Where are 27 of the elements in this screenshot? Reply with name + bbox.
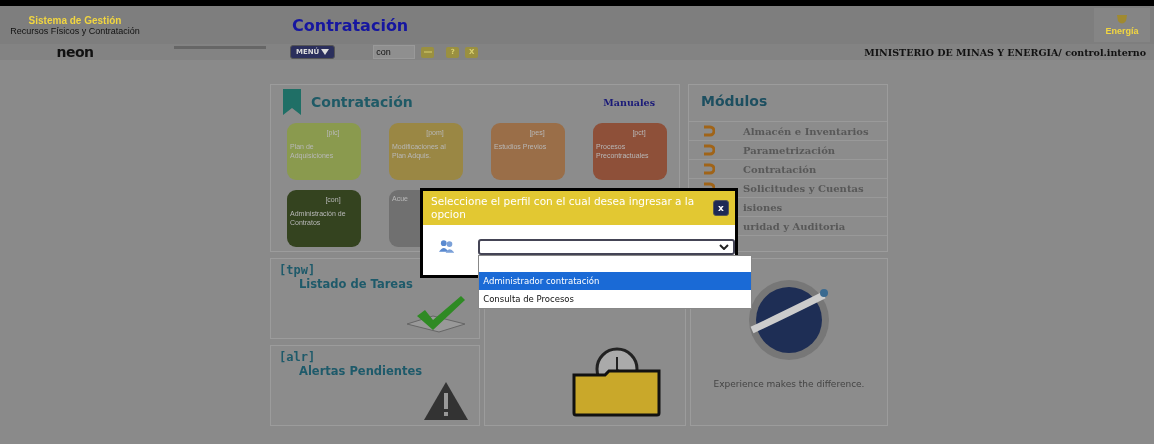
system-subtitle: Recursos Físicos y Contratación xyxy=(10,25,140,36)
profile-select[interactable] xyxy=(478,239,735,255)
panel-title[interactable]: Listado de Tareas xyxy=(299,277,471,291)
panel-title: Contratación xyxy=(311,94,413,110)
folder-clock-icon xyxy=(571,345,663,417)
brand-logo: Energía xyxy=(1094,8,1150,42)
users-icon xyxy=(439,239,455,253)
dialog-title: Seleccione el perfil con el cual desea ingresar a la opcion xyxy=(431,195,696,221)
warning-icon xyxy=(423,381,469,421)
page-title: Contratación xyxy=(292,15,409,35)
panel-code: [tpw] xyxy=(279,263,317,277)
panel-code: [alr] xyxy=(279,350,317,364)
caret-icon xyxy=(321,49,330,55)
panel-title[interactable]: Alertas Pendientes xyxy=(299,364,471,378)
search-field[interactable]: con xyxy=(373,45,416,59)
system-title: Sistema de Gestión xyxy=(28,14,122,26)
close-button[interactable]: x xyxy=(713,200,729,216)
panel-title: Módulos xyxy=(701,93,769,109)
slogan: Experience makes the difference. xyxy=(713,379,865,389)
manuals-link[interactable]: Manuales xyxy=(603,96,655,108)
dropdown-option[interactable]: Administrador contratación xyxy=(479,272,752,290)
bookmark-icon xyxy=(283,89,301,115)
user-label: MINISTERIO DE MINAS Y ENERGIA/ control.interno xyxy=(864,46,1146,58)
dropdown-option[interactable]: Consulta de Procesos xyxy=(479,290,752,308)
crest-icon xyxy=(1115,14,1129,26)
chevron-down-icon xyxy=(719,244,729,250)
logo: neon xyxy=(55,44,95,60)
